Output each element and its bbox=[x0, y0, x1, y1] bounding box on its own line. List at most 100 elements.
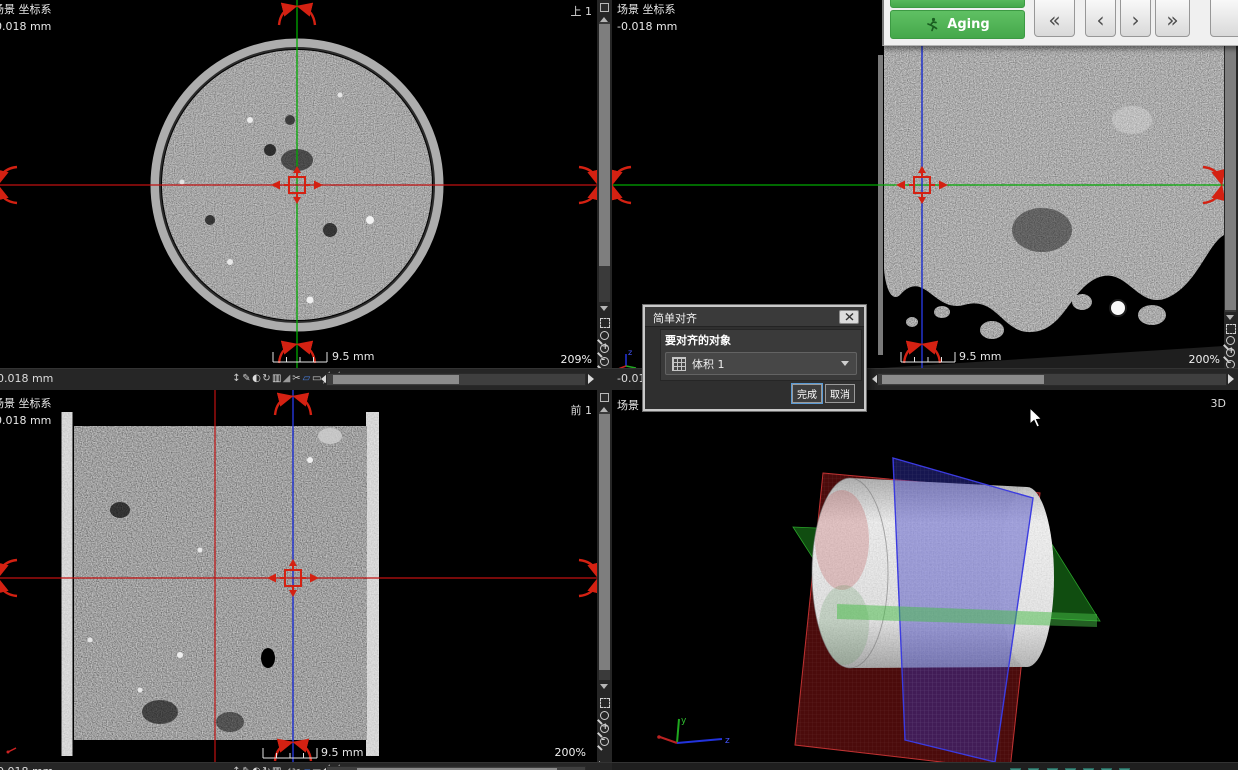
scroll-down-icon[interactable] bbox=[600, 684, 608, 693]
toolbar-position-value[interactable]: -0.018 mm bbox=[0, 372, 53, 385]
polygon-tool-icon[interactable]: ▱ bbox=[302, 371, 311, 387]
render-toolbar-icons[interactable]: ↕ ↻ ✛ bbox=[942, 764, 1166, 770]
horizontal-scrollbar[interactable] bbox=[326, 766, 586, 770]
slice-slider-icon[interactable]: ↕ bbox=[232, 764, 241, 770]
opacity-ramp-icon[interactable]: ◢ bbox=[282, 764, 291, 770]
toolbar-position-value[interactable]: -0.018 mm bbox=[0, 765, 53, 770]
scrollbar-thumb[interactable] bbox=[333, 375, 459, 384]
magnifier-icon[interactable] bbox=[1226, 336, 1235, 345]
scrollbar-thumb[interactable] bbox=[599, 414, 610, 670]
horizontal-scrollbar[interactable] bbox=[877, 373, 1227, 386]
dialog-title: 简单对齐 bbox=[653, 310, 697, 326]
container-wall-right bbox=[367, 428, 378, 740]
rotate-view-icon[interactable]: ↻ bbox=[262, 371, 271, 387]
zoom-in-icon[interactable]: + bbox=[600, 344, 609, 353]
view-name-label: 上 1 bbox=[552, 3, 592, 19]
cancel-button[interactable]: 取消 bbox=[825, 384, 855, 403]
scroll-down-icon[interactable] bbox=[1226, 315, 1234, 324]
scroll-up-icon[interactable] bbox=[600, 403, 608, 412]
close-button[interactable] bbox=[839, 310, 859, 324]
container-wall bbox=[878, 55, 883, 355]
scrollbar-thumb[interactable] bbox=[599, 24, 610, 266]
zoom-out-icon[interactable]: - bbox=[600, 737, 609, 746]
contrast-icon[interactable]: ◐ bbox=[252, 764, 261, 770]
zoom-in-icon[interactable]: + bbox=[600, 724, 609, 733]
polygon-tool-icon[interactable]: ▱ bbox=[302, 764, 311, 770]
scrollbar-thumb[interactable] bbox=[882, 375, 1044, 384]
axis-z-label: z bbox=[725, 736, 730, 746]
axis-y-label: y bbox=[681, 716, 687, 726]
finish-button[interactable]: 完成 bbox=[792, 384, 822, 403]
nav-extra-button-partial[interactable] bbox=[1210, 0, 1238, 37]
zoom-level-label: 200% bbox=[1184, 353, 1220, 366]
object-select-dropdown[interactable]: 体积 1 bbox=[665, 352, 857, 375]
slice-slider-icon[interactable]: ↕ bbox=[232, 371, 241, 387]
contrast-icon[interactable]: ◐ bbox=[252, 371, 261, 387]
bottom-toolbar-q3: -0.018 mm ↕✎◐↻▥◢✂▱▭╱╱∿✗ bbox=[0, 762, 612, 770]
vertical-scrollbar-q2[interactable]: + - bbox=[1224, 0, 1238, 389]
coord-system-label: 场景 坐标系 bbox=[0, 397, 52, 411]
nav-next-button[interactable]: › bbox=[1120, 0, 1151, 37]
alignment-object-group: 要对齐的对象 体积 1 bbox=[660, 329, 862, 381]
slice-view-front-image bbox=[0, 390, 597, 762]
scroll-right-icon[interactable] bbox=[1228, 374, 1238, 384]
maximize-view-icon[interactable] bbox=[600, 3, 609, 12]
slice-view-top-image bbox=[0, 0, 597, 368]
chevron-down-icon bbox=[841, 361, 849, 370]
zoom-out-icon[interactable]: - bbox=[600, 357, 609, 366]
axis-gizmo: z bbox=[618, 348, 636, 368]
container-wall-left bbox=[62, 428, 72, 740]
aging-button-label: Aging bbox=[947, 17, 989, 32]
vertical-scrollbar-q3[interactable]: + - bbox=[597, 390, 612, 770]
volume-grid-icon bbox=[672, 357, 686, 371]
slice-view-top[interactable]: 场景 坐标系 -0.018 mm 上 1 9.5 mm 209% bbox=[0, 0, 597, 368]
nav-prev-button[interactable]: ‹ bbox=[1085, 0, 1116, 37]
zoom-fit-icon[interactable] bbox=[600, 698, 610, 708]
magnifier-icon[interactable] bbox=[600, 331, 609, 340]
gray-ramp-icon[interactable]: ▥ bbox=[272, 371, 281, 387]
axis-gizmo-3d: y z bbox=[657, 716, 730, 746]
svg-text:z: z bbox=[628, 348, 632, 357]
first-chevrons-icon: « bbox=[1048, 8, 1060, 32]
maximize-view-icon[interactable] bbox=[600, 393, 609, 402]
magnifier-icon[interactable] bbox=[600, 711, 609, 720]
ruler-value-label: 9.5 mm bbox=[332, 350, 374, 363]
slice-position-label: -0.018 mm bbox=[0, 20, 51, 33]
horizontal-scrollbar[interactable] bbox=[326, 373, 586, 386]
scroll-up-icon[interactable] bbox=[600, 13, 608, 22]
coord-system-label: 场景 坐标系 bbox=[0, 3, 52, 17]
rotate-view-icon[interactable]: ↻ bbox=[262, 764, 271, 770]
scrollbar-thumb[interactable] bbox=[1225, 44, 1236, 310]
next-chevron-icon: › bbox=[1132, 8, 1140, 32]
ruler-value-label: 9.5 mm bbox=[959, 350, 1001, 363]
scroll-down-icon[interactable] bbox=[600, 306, 608, 315]
bright-inclusion bbox=[1110, 300, 1126, 316]
annotate-pen-icon[interactable]: ✎ bbox=[242, 764, 251, 770]
render-3d-image: y z bbox=[612, 390, 1238, 762]
nav-first-button[interactable]: « bbox=[1034, 0, 1075, 37]
last-chevrons-icon: » bbox=[1166, 8, 1178, 32]
scroll-right-icon[interactable] bbox=[588, 374, 599, 384]
gray-ramp-icon[interactable]: ▥ bbox=[272, 764, 281, 770]
zoom-in-icon[interactable]: + bbox=[1226, 348, 1235, 357]
simple-alignment-dialog: 简单对齐 要对齐的对象 体积 1 完成 取消 bbox=[643, 305, 866, 411]
nav-last-button[interactable]: » bbox=[1155, 0, 1190, 37]
zoom-level-label: 209% bbox=[556, 353, 592, 366]
render-view-3d[interactable]: y z 场景 坐标系 3D bbox=[612, 390, 1238, 762]
zoom-fit-icon[interactable] bbox=[600, 318, 610, 328]
bottom-toolbar-q4: ↕ ↻ ✛ bbox=[612, 762, 1238, 770]
annotate-pen-icon[interactable]: ✎ bbox=[242, 371, 251, 387]
clip-scissors-icon[interactable]: ✂ bbox=[292, 764, 301, 770]
zoom-fit-icon[interactable] bbox=[1226, 324, 1236, 334]
aging-button[interactable]: Aging bbox=[890, 10, 1025, 39]
clip-scissors-icon[interactable]: ✂ bbox=[292, 371, 301, 387]
vertical-scrollbar-q1[interactable]: + - bbox=[597, 0, 612, 389]
opacity-ramp-icon[interactable]: ◢ bbox=[282, 371, 291, 387]
aging-related-button-partial[interactable] bbox=[890, 0, 1025, 8]
slice-position-label: -0.018 mm bbox=[617, 20, 677, 33]
runner-icon bbox=[925, 17, 939, 32]
close-icon bbox=[845, 313, 854, 321]
mouse-cursor bbox=[1030, 408, 1042, 427]
dialog-titlebar[interactable]: 简单对齐 bbox=[645, 307, 864, 327]
slice-view-front[interactable]: 场景 坐标系 -0.018 mm 前 1 9.5 mm 200% bbox=[0, 390, 597, 762]
